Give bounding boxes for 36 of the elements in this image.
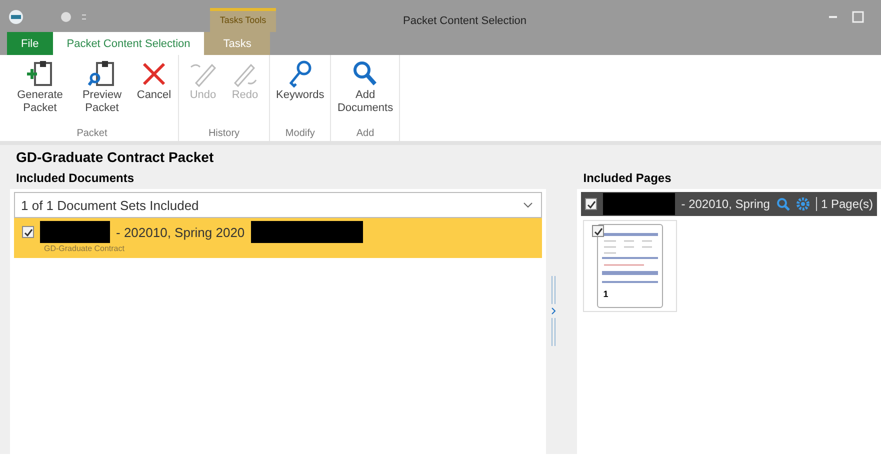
document-row[interactable]: - 202010, Spring 2020 GD-Graduate Contract [14, 218, 542, 258]
page-number: 1 [603, 289, 608, 299]
checkbox[interactable] [592, 225, 604, 237]
contextual-tab-group: Tasks Tools [210, 8, 276, 32]
ribbon-button[interactable]: Preview Packet [71, 59, 133, 128]
group-label: Modify [285, 128, 315, 139]
ribbon-button[interactable]: Generate Packet [9, 59, 71, 128]
document-type: GD-Graduate Contract [44, 244, 126, 253]
window-title: Packet Content Selection [403, 15, 527, 27]
page-count: 1 Page(s) [816, 197, 873, 211]
add-document-icon [25, 59, 55, 89]
ribbon-button[interactable]: Keywords [273, 59, 328, 128]
checkbox[interactable] [22, 226, 34, 238]
redaction-block [40, 221, 110, 243]
section-heading: Included Pages [582, 170, 672, 187]
ribbon-tab[interactable]: Packet Content Selection [52, 32, 204, 55]
ribbon-button[interactable]: Add Documents [334, 59, 396, 128]
checkbox[interactable] [585, 198, 598, 210]
packet-title: GD-Graduate Contract Packet [15, 148, 215, 167]
preview-document-icon [87, 59, 117, 89]
document-title: - 202010, Spring [681, 197, 770, 211]
group-label: Add [356, 128, 374, 139]
page-thumbnail[interactable]: 1 [583, 220, 678, 312]
search-icon[interactable] [776, 197, 790, 211]
splitter-handle[interactable] [550, 276, 558, 346]
chevron-down-icon [523, 202, 533, 208]
gear-icon[interactable] [796, 197, 810, 211]
document-title: - 202010, Spring 2020 [116, 224, 245, 240]
ribbon-button[interactable]: Cancel [133, 59, 175, 128]
window-controls[interactable] [827, 10, 867, 24]
document-sets-dropdown[interactable]: 1 of 1 Document Sets Included [14, 192, 542, 218]
quick-access-icons[interactable] [8, 7, 88, 27]
section-heading: Included Documents [15, 170, 136, 187]
group-label: History [208, 128, 240, 139]
ribbon-tab[interactable]: File [7, 32, 53, 55]
group-label: Packet [76, 128, 108, 139]
